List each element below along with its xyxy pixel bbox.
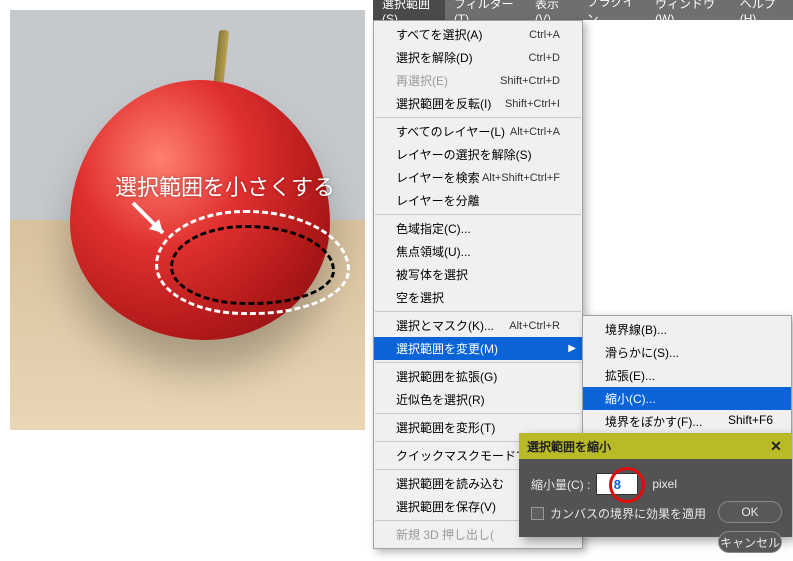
mi-label: 拡張(E)... <box>605 367 655 384</box>
modify-submenu: 境界線(B)... 滑らかに(S)... 拡張(E)... 縮小(C)... 境… <box>582 315 792 436</box>
mi-label: レイヤーを検索 <box>396 169 480 186</box>
mi-label: 選択範囲を変更(M) <box>396 340 498 357</box>
mi-label: 滑らかに(S)... <box>605 344 679 361</box>
mi-label: 空を選択 <box>396 289 444 306</box>
menubar-help[interactable]: ヘルプ(H) <box>731 0 793 20</box>
mi-label: 色域指定(C)... <box>396 220 471 237</box>
mi-shortcut: Shift+F6 <box>728 413 773 430</box>
mi-shortcut: Alt+Ctrl+R <box>509 320 560 332</box>
canvas-preview: 選択範囲を小さくする <box>10 10 365 430</box>
mi-label: すべてのレイヤー(L) <box>396 123 505 140</box>
mi-subject[interactable]: 被写体を選択 <box>374 263 582 286</box>
mi-label: 選択範囲を拡張(G) <box>396 368 497 385</box>
mi-shortcut: Alt+Ctrl+A <box>510 126 560 138</box>
close-icon[interactable]: ✕ <box>768 438 784 454</box>
mi-label: レイヤーの選択を解除(S) <box>396 146 532 163</box>
mi-label: 被写体を選択 <box>396 266 468 283</box>
menubar: 選択範囲(S) フィルター(T) 表示(V) プラグイン ウィンドウ(W) ヘル… <box>373 0 793 20</box>
mi-all-layers[interactable]: すべてのレイヤー(L) Alt+Ctrl+A <box>374 120 582 143</box>
mi-shortcut: Alt+Shift+Ctrl+F <box>482 172 560 184</box>
mi-label: 境界をぼかす(F)... <box>605 413 702 430</box>
contract-selection-dialog: 選択範囲を縮小 ✕ 縮小量(C) : pixel カンバスの境界に効果を適用 O… <box>519 433 792 537</box>
mi-inverse[interactable]: 選択範囲を反転(I) Shift+Ctrl+I <box>374 92 582 115</box>
smi-smooth[interactable]: 滑らかに(S)... <box>583 341 791 364</box>
menubar-filter[interactable]: フィルター(T) <box>445 0 526 20</box>
mi-label: 選択範囲を読み込む <box>396 475 504 492</box>
menubar-window[interactable]: ウィンドウ(W) <box>646 0 731 20</box>
mi-grow[interactable]: 選択範囲を拡張(G) <box>374 365 582 388</box>
mi-label: 選択範囲を変形(T) <box>396 419 495 436</box>
smi-feather[interactable]: 境界をぼかす(F)... Shift+F6 <box>583 410 791 433</box>
mi-similar[interactable]: 近似色を選択(R) <box>374 388 582 411</box>
ok-button[interactable]: OK <box>718 501 782 523</box>
mi-label: 境界線(B)... <box>605 321 667 338</box>
mi-select-and-mask[interactable]: 選択とマスク(K)... Alt+Ctrl+R <box>374 314 582 337</box>
mi-modify[interactable]: 選択範囲を変更(M) ▶ <box>374 337 582 360</box>
mi-label: すべてを選択(A) <box>396 26 482 43</box>
mi-isolate-layers[interactable]: レイヤーを分離 <box>374 189 582 212</box>
mi-shortcut: Ctrl+D <box>529 52 560 64</box>
mi-shortcut: Ctrl+A <box>529 29 560 41</box>
cancel-button[interactable]: キャンセル <box>718 531 782 553</box>
dialog-titlebar[interactable]: 選択範囲を縮小 ✕ <box>519 433 792 459</box>
mi-label: 選択を解除(D) <box>396 49 473 66</box>
mi-shortcut: Shift+Ctrl+I <box>505 98 560 110</box>
mi-find-layers[interactable]: レイヤーを検索Alt+Shift+Ctrl+F <box>374 166 582 189</box>
mi-deselect[interactable]: 選択を解除(D) Ctrl+D <box>374 46 582 69</box>
amount-input[interactable] <box>596 473 638 495</box>
mi-focus-area[interactable]: 焦点領域(U)... <box>374 240 582 263</box>
chevron-right-icon: ▶ <box>568 343 576 354</box>
menubar-view[interactable]: 表示(V) <box>526 0 578 20</box>
mi-label: 縮小(C)... <box>605 390 656 407</box>
dialog-title: 選択範囲を縮小 <box>527 438 611 455</box>
mi-label: 再選択(E) <box>396 72 448 89</box>
mi-label: 近似色を選択(R) <box>396 391 485 408</box>
menubar-plugin[interactable]: プラグイン <box>578 0 646 20</box>
mi-label: クイックマスクモードで <box>396 447 528 464</box>
mi-color-range[interactable]: 色域指定(C)... <box>374 217 582 240</box>
amount-label: 縮小量(C) : <box>531 476 590 493</box>
checkbox-label: カンバスの境界に効果を適用 <box>550 505 706 522</box>
mi-shortcut: Shift+Ctrl+D <box>500 75 560 87</box>
mi-select-all[interactable]: すべてを選択(A) Ctrl+A <box>374 23 582 46</box>
mi-reselect: 再選択(E) Shift+Ctrl+D <box>374 69 582 92</box>
mi-label: 焦点領域(U)... <box>396 243 471 260</box>
mi-label: 選択範囲を反転(I) <box>396 95 491 112</box>
mi-label: 新規 3D 押し出し( <box>396 526 494 543</box>
menubar-select[interactable]: 選択範囲(S) <box>373 0 445 20</box>
mi-sky[interactable]: 空を選択 <box>374 286 582 309</box>
mi-label: 選択とマスク(K)... <box>396 317 494 334</box>
mi-label: レイヤーを分離 <box>396 192 480 209</box>
mi-label: 選択範囲を保存(V) <box>396 498 496 515</box>
apply-at-canvas-bounds-checkbox[interactable] <box>531 507 544 520</box>
smi-contract[interactable]: 縮小(C)... <box>583 387 791 410</box>
mi-deselect-layers[interactable]: レイヤーの選択を解除(S) <box>374 143 582 166</box>
unit-label: pixel <box>652 477 677 491</box>
smi-expand[interactable]: 拡張(E)... <box>583 364 791 387</box>
smi-border[interactable]: 境界線(B)... <box>583 318 791 341</box>
